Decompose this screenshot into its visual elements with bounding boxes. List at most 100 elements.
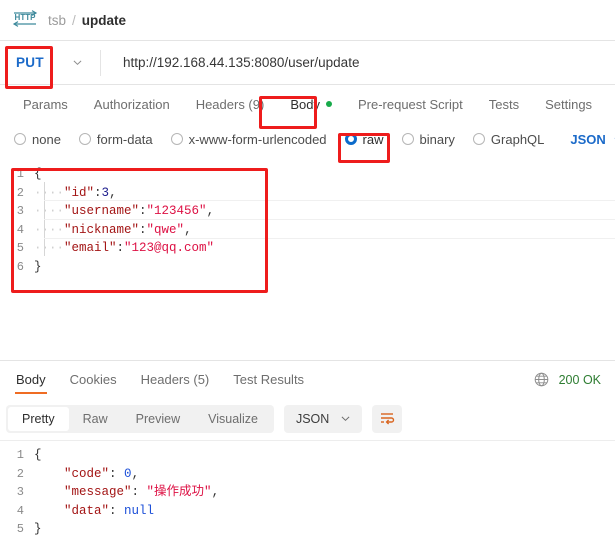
view-label: Raw bbox=[82, 412, 108, 426]
line-number: 4 bbox=[16, 503, 24, 518]
line-number: 1 bbox=[16, 167, 24, 181]
code-content: "data": null bbox=[64, 503, 155, 518]
http-icon: HTTP bbox=[12, 9, 38, 31]
tab-label: Params bbox=[23, 96, 68, 112]
response-tab-test-results[interactable]: Test Results bbox=[221, 361, 316, 398]
response-tab-body[interactable]: Body bbox=[4, 361, 58, 398]
tab-params[interactable]: Params bbox=[10, 85, 81, 123]
radio-icon bbox=[401, 133, 414, 145]
radio-label: none bbox=[32, 131, 61, 147]
code-content: } bbox=[34, 259, 42, 274]
line-number: 2 bbox=[16, 185, 24, 200]
line-number: 1 bbox=[16, 448, 24, 462]
code-content: } bbox=[34, 522, 42, 536]
line-number: 3 bbox=[16, 485, 24, 499]
view-preview[interactable]: Preview bbox=[122, 407, 194, 431]
radio-label: x-www-form-urlencoded bbox=[188, 131, 327, 147]
code-content: ····"username":"123456", bbox=[34, 204, 215, 218]
line-number: 2 bbox=[16, 466, 24, 481]
code-line: 2 "code": 0, bbox=[0, 465, 615, 484]
tab-label: Settings bbox=[545, 96, 593, 112]
url-input[interactable]: http://192.168.44.135:8080/user/update bbox=[101, 55, 359, 70]
breadcrumb-separator: / bbox=[72, 12, 76, 28]
raw-format-label: JSON bbox=[570, 131, 606, 147]
breadcrumb-collection[interactable]: tsb bbox=[48, 13, 66, 28]
code-content: "message": "操作成功", bbox=[64, 485, 220, 499]
response-view-switch: Pretty Raw Preview Visualize bbox=[6, 405, 274, 433]
tab-body[interactable]: Body bbox=[277, 85, 345, 123]
tab-label: Headers (9) bbox=[195, 96, 265, 112]
response-tab-cookies[interactable]: Cookies bbox=[58, 361, 129, 398]
view-label: Preview bbox=[135, 412, 181, 426]
radio-binary[interactable]: binary bbox=[401, 131, 455, 147]
tab-headers[interactable]: Headers (9) bbox=[183, 85, 278, 123]
radio-form-data[interactable]: form-data bbox=[78, 131, 153, 147]
tab-label: Body bbox=[16, 372, 46, 387]
breadcrumb-request-name[interactable]: update bbox=[82, 13, 126, 28]
code-content: ····"email":"123@qq.com" bbox=[34, 241, 215, 255]
code-line: 6 } bbox=[0, 258, 615, 277]
code-line: 5 ····"email":"123@qq.com" bbox=[0, 239, 615, 258]
request-tabs: Params Authorization Headers (9) Body Pr… bbox=[0, 85, 615, 123]
radio-raw[interactable]: raw bbox=[344, 131, 384, 147]
tab-tests[interactable]: Tests bbox=[476, 85, 532, 123]
tab-label: Pre-request Script bbox=[357, 96, 463, 112]
request-body-editor[interactable]: 1 { 2 ····"id":3, 3 ····"username":"1234… bbox=[0, 155, 615, 360]
code-content: ····"nickname":"qwe", bbox=[34, 222, 192, 237]
tab-label: Authorization bbox=[93, 96, 170, 112]
radio-icon-selected bbox=[344, 133, 357, 145]
postman-request-screen: HTTP tsb / update PUT http://192.168.44.… bbox=[0, 0, 615, 558]
tab-label: Tests bbox=[488, 96, 520, 112]
tab-pre-request-script[interactable]: Pre-request Script bbox=[345, 85, 476, 123]
chevron-down-icon bbox=[329, 412, 350, 426]
radio-graphql[interactable]: GraphQL bbox=[472, 131, 545, 147]
tab-label: Cookies bbox=[69, 372, 117, 387]
tab-settings[interactable]: Settings bbox=[532, 85, 605, 123]
radio-label: binary bbox=[419, 131, 455, 147]
body-modified-dot bbox=[325, 101, 332, 107]
view-label: Visualize bbox=[208, 412, 258, 426]
view-visualize[interactable]: Visualize bbox=[194, 407, 272, 431]
view-label: Pretty bbox=[22, 412, 55, 426]
line-number: 3 bbox=[16, 204, 24, 218]
tab-authorization[interactable]: Authorization bbox=[81, 85, 183, 123]
tab-label: Test Results bbox=[233, 372, 305, 387]
line-number: 4 bbox=[16, 222, 24, 237]
response-toolbar: Pretty Raw Preview Visualize JSON bbox=[0, 398, 615, 440]
response-format-label: JSON bbox=[295, 412, 330, 426]
radio-label: GraphQL bbox=[490, 131, 545, 147]
radio-x-www-form-urlencoded[interactable]: x-www-form-urlencoded bbox=[170, 131, 327, 147]
code-content: "code": 0, bbox=[64, 466, 140, 481]
chevron-down-icon bbox=[73, 55, 82, 70]
code-line: 4 ····"nickname":"qwe", bbox=[0, 221, 615, 240]
code-line: 5 } bbox=[0, 520, 615, 539]
method-label: PUT bbox=[16, 55, 44, 70]
method-selector[interactable]: PUT bbox=[0, 41, 100, 84]
response-format-selector[interactable]: JSON bbox=[283, 405, 363, 433]
radio-icon bbox=[14, 133, 26, 145]
view-raw[interactable]: Raw bbox=[69, 407, 122, 431]
body-type-options: none form-data x-www-form-urlencoded raw… bbox=[0, 123, 615, 155]
radio-icon bbox=[472, 133, 485, 145]
code-line: 4 "data": null bbox=[0, 502, 615, 521]
code-content: { bbox=[34, 167, 42, 181]
view-pretty[interactable]: Pretty bbox=[8, 407, 69, 431]
code-content: { bbox=[34, 448, 42, 462]
radio-label: form-data bbox=[96, 131, 153, 147]
url-bar: PUT http://192.168.44.135:8080/user/upda… bbox=[0, 40, 615, 85]
word-wrap-button[interactable] bbox=[372, 405, 403, 433]
code-line: 3 "message": "操作成功", bbox=[0, 483, 615, 502]
chevron-down-icon bbox=[606, 132, 615, 147]
radio-icon bbox=[170, 133, 183, 145]
radio-label: raw bbox=[362, 131, 384, 147]
radio-none[interactable]: none bbox=[14, 132, 61, 147]
line-number: 5 bbox=[16, 522, 24, 536]
response-tab-headers[interactable]: Headers (5) bbox=[129, 361, 222, 398]
raw-format-selector[interactable]: JSON bbox=[570, 132, 615, 147]
radio-icon bbox=[78, 133, 91, 145]
status-badge: 200 OK bbox=[558, 372, 601, 387]
code-line: 1 { bbox=[0, 165, 615, 184]
code-line: 1 { bbox=[0, 446, 615, 465]
globe-icon bbox=[534, 372, 549, 387]
response-body-viewer[interactable]: 1 { 2 "code": 0, 3 "message": "操作成功", 4 … bbox=[0, 440, 615, 539]
